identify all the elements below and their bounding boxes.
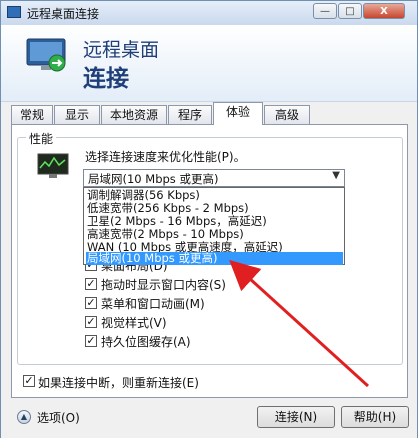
checkbox-show-window-contents-label: 拖动时显示窗口内容(S) [101,278,226,292]
tab-advanced[interactable]: 高级 [264,105,310,124]
tab-local-resources[interactable]: 本地资源 [101,105,167,124]
tab-display[interactable]: 显示 [54,105,100,124]
banner-title-line2: 连接 [83,66,129,92]
checkbox-bitmap-caching-label: 持久位图缓存(A) [101,335,191,349]
checkbox-visual-styles-label: 视觉样式(V) [101,316,167,330]
close-button[interactable]: X [363,3,405,19]
performance-group-label: 性能 [26,130,57,147]
maximize-button[interactable]: □ [338,3,362,19]
connection-speed-select[interactable]: 局域网(10 Mbps 或更高) ▼ [83,169,345,187]
options-toggle-label[interactable]: 选项(O) [37,409,80,426]
minimize-button[interactable]: — [313,3,337,19]
speed-option-satellite[interactable]: 卫星(2 Mbps - 16 Mbps，高延迟) [86,215,343,228]
window-title: 远程桌面连接 [27,7,100,21]
checkbox-bitmap-caching[interactable]: ✓ [85,335,97,347]
speed-option-modem[interactable]: 调制解调器(56 Kbps) [86,189,343,202]
tab-experience[interactable]: 体验 [213,102,263,125]
speed-option-lan[interactable]: 局域网(10 Mbps 或更高) [86,252,343,265]
chevron-down-icon[interactable]: ▼ [332,170,340,181]
connection-speed-label: 选择连接速度来优化性能(P)。 [85,150,246,164]
checkbox-menu-animation-label: 菜单和窗口动画(M) [101,297,205,311]
tab-general[interactable]: 常规 [11,105,53,124]
performance-monitor-icon [37,153,69,178]
connection-speed-dropdown: 调制解调器(56 Kbps) 低速宽带(256 Kbps - 2 Mbps) 卫… [83,187,345,265]
connect-button[interactable]: 连接(N) [257,406,335,428]
connection-speed-value: 局域网(10 Mbps 或更高) [88,172,219,186]
checkbox-reconnect-label: 如果连接中断，则重新连接(E) [38,376,199,390]
remote-desktop-monitor-icon [26,38,66,72]
checkbox-visual-styles[interactable]: ✓ [85,316,97,328]
checkbox-menu-animation[interactable]: ✓ [85,297,97,309]
banner-title-line1: 远程桌面 [83,39,160,61]
chevron-up-icon[interactable]: ▲ [17,410,31,424]
remote-desktop-window: 远程桌面连接 — □ X 远程桌面 连接 常规 显示 本地资源 程序 体验 高级… [0,0,418,438]
title-bar[interactable]: 远程桌面连接 — □ X [1,1,417,25]
header-banner: 远程桌面 连接 [1,25,417,102]
speed-option-high-broadband[interactable]: 高速宽带(2 Mbps - 10 Mbps) [86,228,343,241]
tab-programs[interactable]: 程序 [168,105,212,124]
help-button[interactable]: 帮助(H) [341,406,409,428]
checkbox-show-window-contents[interactable]: ✓ [85,278,97,290]
speed-option-low-broadband[interactable]: 低速宽带(256 Kbps - 2 Mbps) [86,202,343,215]
checkbox-reconnect[interactable]: ✓ [23,375,35,387]
remote-desktop-app-icon [7,6,21,18]
